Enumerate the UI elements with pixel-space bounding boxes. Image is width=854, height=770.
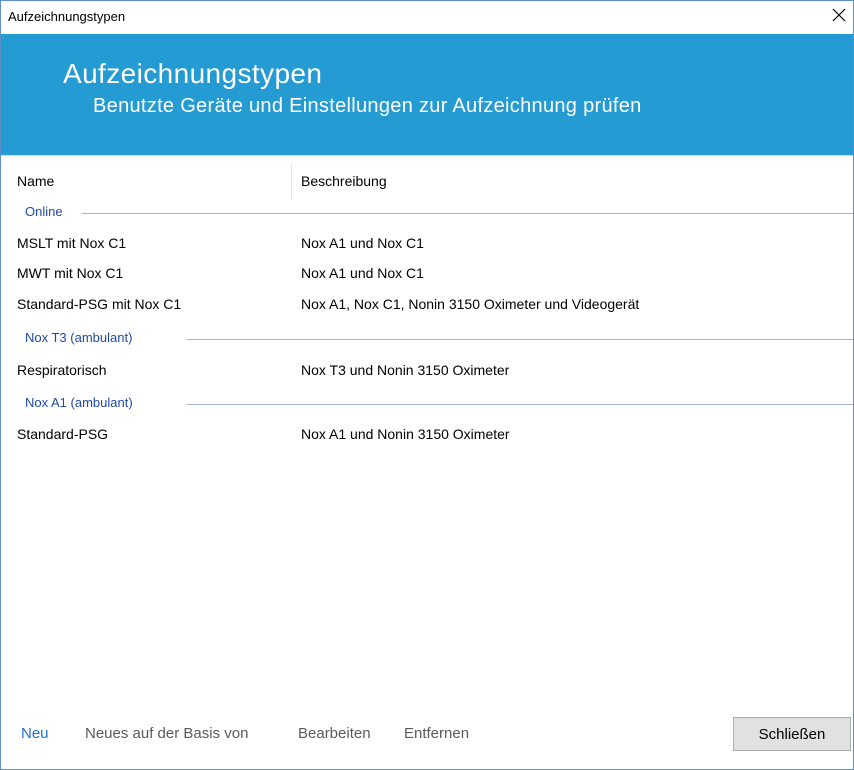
dialog-window: Aufzeichnungstypen Aufzeichnungstypen Be… bbox=[0, 0, 854, 770]
header-banner: Aufzeichnungstypen Benutzte Geräte und E… bbox=[1, 34, 853, 155]
list-item[interactable]: Standard-PSG Nox A1 und Nonin 3150 Oxime… bbox=[1, 421, 853, 447]
item-description: Nox T3 und Nonin 3150 Oximeter bbox=[301, 362, 510, 378]
title-bar: Aufzeichnungstypen bbox=[1, 1, 853, 34]
item-description: Nox A1 und Nox C1 bbox=[301, 235, 424, 251]
group-divider bbox=[187, 404, 853, 405]
list-item[interactable]: MSLT mit Nox C1 Nox A1 und Nox C1 bbox=[1, 230, 853, 256]
remove-link[interactable]: Entfernen bbox=[404, 725, 469, 742]
item-description: Nox A1 und Nonin 3150 Oximeter bbox=[301, 426, 510, 442]
new-based-on-link[interactable]: Neues auf der Basis von bbox=[85, 725, 248, 742]
group-divider bbox=[187, 339, 853, 340]
dialog-footer: Neu Neues auf der Basis von Bearbeiten E… bbox=[1, 703, 853, 769]
group-label: Nox T3 (ambulant) bbox=[25, 330, 139, 345]
list-item[interactable]: Respiratorisch Nox T3 und Nonin 3150 Oxi… bbox=[1, 357, 853, 383]
close-window-button[interactable] bbox=[827, 4, 851, 30]
item-description: Nox A1, Nox C1, Nonin 3150 Oximeter und … bbox=[301, 296, 640, 312]
item-name: Standard-PSG mit Nox C1 bbox=[17, 296, 182, 312]
banner-title: Aufzeichnungstypen bbox=[63, 58, 323, 89]
close-icon bbox=[832, 8, 846, 27]
close-button[interactable]: Schließen bbox=[733, 717, 851, 751]
group-label: Online bbox=[25, 204, 69, 219]
list-item[interactable]: MWT mit Nox C1 Nox A1 und Nox C1 bbox=[1, 260, 853, 286]
item-name: Standard-PSG bbox=[17, 426, 109, 442]
banner-subtitle: Benutzte Geräte und Einstellungen zur Au… bbox=[93, 95, 642, 117]
column-separator[interactable] bbox=[291, 164, 292, 200]
column-header-description[interactable]: Beschreibung bbox=[301, 164, 387, 198]
item-name: MWT mit Nox C1 bbox=[17, 265, 124, 281]
list-item[interactable]: Standard-PSG mit Nox C1 Nox A1, Nox C1, … bbox=[1, 291, 853, 317]
column-header-name[interactable]: Name bbox=[17, 164, 54, 198]
group-divider bbox=[82, 213, 853, 214]
group-header-nox-t3[interactable]: Nox T3 (ambulant) bbox=[1, 330, 853, 348]
new-link[interactable]: Neu bbox=[21, 725, 49, 742]
recording-types-list: Name Beschreibung Online MSLT mit Nox C1… bbox=[1, 155, 853, 704]
window-title: Aufzeichnungstypen bbox=[8, 9, 126, 24]
group-label: Nox A1 (ambulant) bbox=[25, 395, 139, 410]
item-name: MSLT mit Nox C1 bbox=[17, 235, 127, 251]
group-header-online[interactable]: Online bbox=[1, 204, 853, 222]
edit-link[interactable]: Bearbeiten bbox=[298, 725, 371, 742]
item-name: Respiratorisch bbox=[17, 362, 107, 378]
group-header-nox-a1[interactable]: Nox A1 (ambulant) bbox=[1, 395, 853, 413]
item-description: Nox A1 und Nox C1 bbox=[301, 265, 424, 281]
